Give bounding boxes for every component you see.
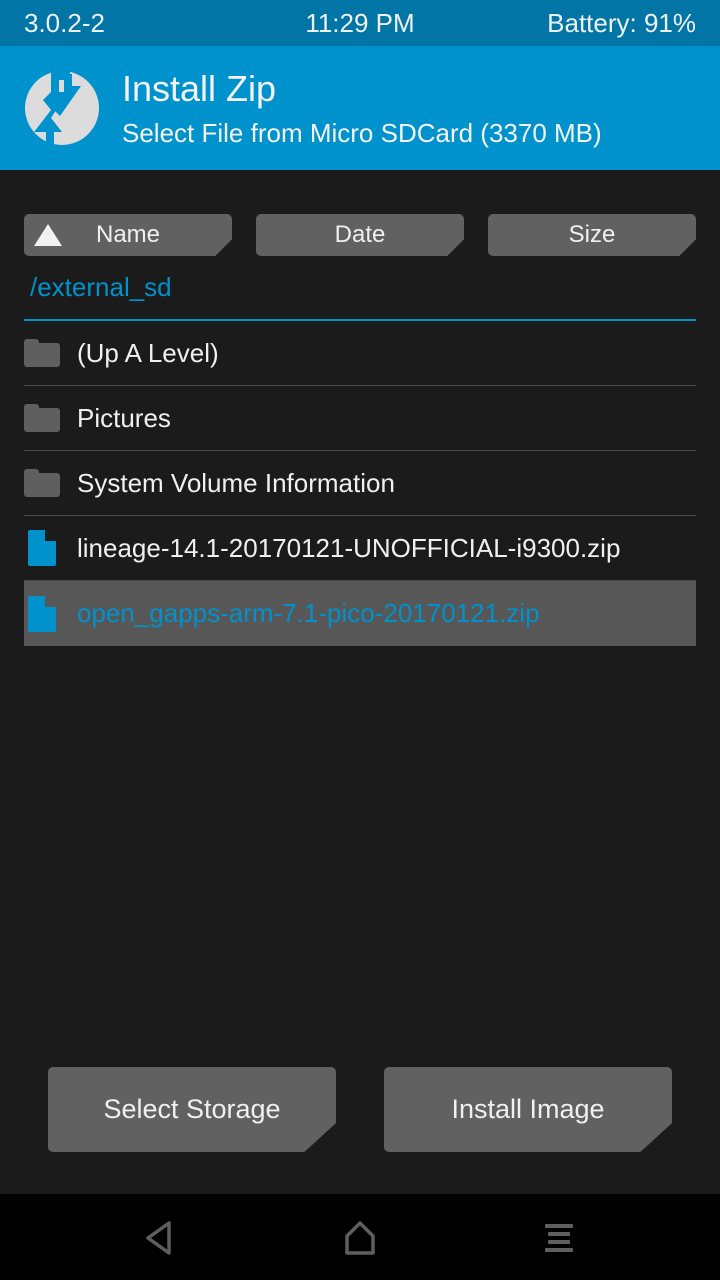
menu-lines-icon: [545, 1224, 573, 1252]
current-path: /external_sd: [30, 272, 172, 302]
sort-bar: Name Date Size: [24, 214, 696, 256]
sort-by-name-button[interactable]: Name: [24, 214, 232, 256]
file-list-item-selected[interactable]: open_gapps-arm-7.1-pico-20170121.zip: [24, 581, 696, 646]
back-button[interactable]: [130, 1216, 190, 1260]
twrp-logo-icon: [25, 70, 99, 146]
install-image-button[interactable]: Install Image: [384, 1067, 672, 1152]
folder-icon: [24, 469, 60, 497]
file-list-item[interactable]: (Up A Level): [24, 321, 696, 386]
folder-icon: [24, 404, 60, 432]
select-storage-label: Select Storage: [103, 1094, 281, 1124]
folder-icon: [24, 339, 60, 367]
page-header: Install Zip Select File from Micro SDCar…: [0, 46, 720, 170]
status-bar: 3.0.2-2 11:29 PM Battery: 91%: [0, 0, 720, 46]
back-triangle-icon: [146, 1221, 171, 1255]
sort-by-date-button[interactable]: Date: [256, 214, 464, 256]
file-icon: [28, 595, 56, 632]
file-list-item[interactable]: System Volume Information: [24, 451, 696, 516]
sort-ascending-icon: [34, 224, 62, 246]
battery-text: Battery: 91%: [547, 7, 696, 38]
version-text: 3.0.2-2: [24, 7, 105, 38]
install-image-label: Install Image: [451, 1094, 605, 1124]
file-list-item[interactable]: Pictures: [24, 386, 696, 451]
navigation-bar: [0, 1194, 720, 1280]
home-icon: [345, 1221, 375, 1255]
file-list-item[interactable]: lineage-14.1-20170121-UNOFFICIAL-i9300.z…: [24, 516, 696, 581]
sort-by-size-button[interactable]: Size: [488, 214, 696, 256]
file-name: lineage-14.1-20170121-UNOFFICIAL-i9300.z…: [77, 532, 621, 563]
file-list: (Up A Level) Pictures System Volume Info…: [24, 321, 696, 646]
file-icon: [28, 530, 56, 566]
file-name: Pictures: [77, 402, 171, 433]
file-name: (Up A Level): [77, 337, 219, 368]
file-name: open_gapps-arm-7.1-pico-20170121.zip: [77, 598, 540, 628]
sort-name-label: Name: [95, 221, 161, 248]
sort-size-label: Size: [568, 221, 616, 248]
page-subtitle: Select File from Micro SDCard (3370 MB): [122, 118, 602, 148]
home-button[interactable]: [330, 1216, 390, 1260]
select-storage-button[interactable]: Select Storage: [48, 1067, 336, 1152]
menu-button[interactable]: [530, 1216, 590, 1260]
sort-date-label: Date: [334, 221, 386, 248]
page-title: Install Zip: [122, 68, 277, 109]
file-name: System Volume Information: [77, 467, 395, 498]
